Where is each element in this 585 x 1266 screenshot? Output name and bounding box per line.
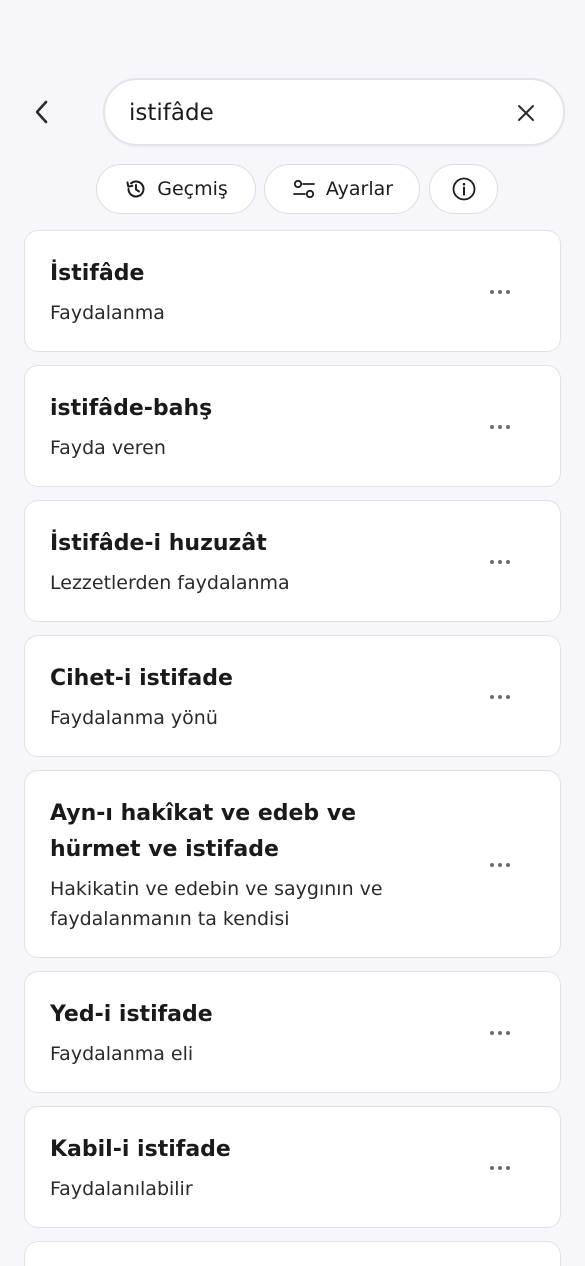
result-card[interactable]: İstifâde-i huzuzât Lezzetlerden faydalan… [24, 500, 561, 622]
close-icon [518, 105, 534, 121]
more-horizontal-icon [490, 290, 510, 294]
settings-chip-label: Ayarlar [325, 178, 394, 200]
clear-search-button[interactable] [509, 96, 543, 130]
result-description: Hakikatin ve edebin ve saygının ve fayda… [50, 878, 383, 930]
back-button[interactable] [22, 90, 62, 134]
history-chip[interactable]: Geçmiş [96, 164, 256, 214]
more-horizontal-icon [490, 425, 510, 429]
more-options-button[interactable] [480, 853, 520, 877]
result-title: Yed-i istifade [50, 1002, 213, 1027]
more-options-button[interactable] [480, 685, 520, 709]
result-title: Cihet-i istifade [50, 666, 233, 691]
result-card[interactable]: İstifâde Faydalanma [24, 230, 561, 352]
result-title: İstifâde [50, 261, 145, 286]
more-horizontal-icon [490, 863, 510, 867]
search-input[interactable] [129, 94, 489, 132]
result-description: Lezzetlerden faydalanma [50, 572, 290, 594]
result-description: Faydalanma yönü [50, 707, 218, 729]
more-options-button[interactable] [480, 550, 520, 574]
more-horizontal-icon [490, 1031, 510, 1035]
result-card-partial[interactable] [24, 1241, 561, 1266]
result-title: istifâde-bahş [50, 396, 213, 421]
info-icon [452, 177, 475, 201]
more-horizontal-icon [490, 1166, 510, 1170]
result-title: Ayn-ı hakîkat ve edeb ve hürmet ve istif… [50, 801, 357, 862]
more-horizontal-icon [490, 695, 510, 699]
history-icon [126, 180, 145, 198]
more-options-button[interactable] [480, 1021, 520, 1045]
result-description: Fayda veren [50, 437, 166, 459]
result-card[interactable]: Ayn-ı hakîkat ve edeb ve hürmet ve istif… [24, 770, 561, 958]
chevron-left-icon [35, 100, 48, 124]
info-chip[interactable] [429, 164, 498, 214]
more-options-button[interactable] [480, 415, 520, 439]
result-description: Faydalanma eli [50, 1043, 194, 1065]
history-chip-label: Geçmiş [157, 178, 228, 200]
result-card[interactable]: Kabil-i istifade Faydalanılabilir [24, 1106, 561, 1228]
settings-chip[interactable]: Ayarlar [264, 164, 420, 214]
result-card[interactable]: Yed-i istifade Faydalanma eli [24, 971, 561, 1093]
result-card[interactable]: Cihet-i istifade Faydalanma yönü [24, 635, 561, 757]
top-bar [0, 78, 585, 148]
more-options-button[interactable] [480, 280, 520, 304]
filter-chips: Geçmiş Ayarlar [0, 164, 585, 214]
more-options-button[interactable] [480, 1156, 520, 1180]
sliders-icon [293, 179, 315, 199]
result-description: Faydalanılabilir [50, 1178, 193, 1200]
result-description: Faydalanma [50, 302, 165, 324]
result-title: İstifâde-i huzuzât [50, 531, 267, 556]
more-horizontal-icon [490, 560, 510, 564]
search-box [103, 78, 565, 146]
result-card[interactable]: istifâde-bahş Fayda veren [24, 365, 561, 487]
result-title: Kabil-i istifade [50, 1137, 231, 1162]
